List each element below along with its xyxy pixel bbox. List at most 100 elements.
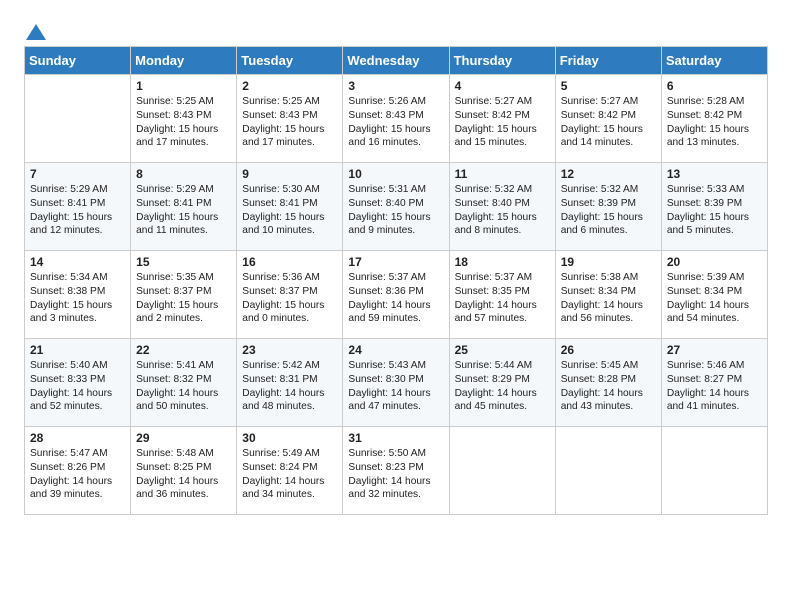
calendar-cell: 14Sunrise: 5:34 AMSunset: 8:38 PMDayligh…	[25, 251, 131, 339]
calendar-cell: 11 Sunrise: 5:32 AMSunset: 8:40 PMDayligh…	[449, 163, 555, 251]
cell-info: Sunrise: 5:32 AMSunset: 8:40 PMDaylight:…	[455, 184, 537, 236]
calendar-cell: 15 Sunrise: 5:35 AMSunset: 8:37 PMDayligh…	[131, 251, 237, 339]
cell-info: Sunrise: 5:42 AMSunset: 8:31 PMDaylight:…	[242, 360, 324, 412]
calendar-cell	[25, 75, 131, 163]
day-number: 25	[455, 343, 550, 357]
day-number: 17	[348, 255, 443, 269]
calendar-cell: 10 Sunrise: 5:31 AMSunset: 8:40 PMDayligh…	[343, 163, 449, 251]
cell-info: Sunrise: 5:32 AMSunset: 8:39 PMDaylight:…	[561, 184, 643, 236]
cell-info: Sunrise: 5:25 AMSunset: 8:43 PMDaylight:…	[242, 96, 324, 148]
day-number: 4	[455, 79, 550, 93]
calendar-cell: 8 Sunrise: 5:29 AMSunset: 8:41 PMDaylight…	[131, 163, 237, 251]
cell-info: Sunrise: 5:30 AMSunset: 8:41 PMDaylight:…	[242, 184, 324, 236]
calendar-cell: 9 Sunrise: 5:30 AMSunset: 8:41 PMDaylight…	[237, 163, 343, 251]
calendar-week-row: 21 Sunrise: 5:40 AMSunset: 8:33 PMDayligh…	[25, 339, 768, 427]
cell-info: Sunrise: 5:37 AMSunset: 8:36 PMDaylight:…	[348, 272, 430, 324]
cell-info: Sunrise: 5:35 AMSunset: 8:37 PMDaylight:…	[136, 272, 218, 324]
calendar-cell: 17 Sunrise: 5:37 AMSunset: 8:36 PMDayligh…	[343, 251, 449, 339]
day-number: 13	[667, 167, 762, 181]
logo	[24, 20, 46, 38]
day-number: 6	[667, 79, 762, 93]
weekday-header: Tuesday	[237, 47, 343, 75]
logo-icon	[26, 24, 46, 40]
cell-info: Sunrise: 5:44 AMSunset: 8:29 PMDaylight:…	[455, 360, 537, 412]
calendar-cell: 6 Sunrise: 5:28 AMSunset: 8:42 PMDaylight…	[661, 75, 767, 163]
calendar-cell: 2 Sunrise: 5:25 AMSunset: 8:43 PMDaylight…	[237, 75, 343, 163]
cell-info: Sunrise: 5:45 AMSunset: 8:28 PMDaylight:…	[561, 360, 643, 412]
calendar-cell: 21 Sunrise: 5:40 AMSunset: 8:33 PMDayligh…	[25, 339, 131, 427]
cell-info: Sunrise: 5:26 AMSunset: 8:43 PMDaylight:…	[348, 96, 430, 148]
cell-info: Sunrise: 5:27 AMSunset: 8:42 PMDaylight:…	[455, 96, 537, 148]
calendar-cell: 4 Sunrise: 5:27 AMSunset: 8:42 PMDaylight…	[449, 75, 555, 163]
calendar-cell: 28 Sunrise: 5:47 AMSunset: 8:26 PMDayligh…	[25, 427, 131, 515]
day-number: 9	[242, 167, 337, 181]
day-number: 7	[30, 167, 125, 181]
calendar-week-row: 14Sunrise: 5:34 AMSunset: 8:38 PMDayligh…	[25, 251, 768, 339]
day-number: 26	[561, 343, 656, 357]
weekday-header: Wednesday	[343, 47, 449, 75]
weekday-header: Saturday	[661, 47, 767, 75]
calendar-cell: 30Sunrise: 5:49 AMSunset: 8:24 PMDayligh…	[237, 427, 343, 515]
weekday-header: Sunday	[25, 47, 131, 75]
calendar-cell: 29Sunrise: 5:48 AMSunset: 8:25 PMDayligh…	[131, 427, 237, 515]
day-number: 2	[242, 79, 337, 93]
calendar-cell: 16 Sunrise: 5:36 AMSunset: 8:37 PMDayligh…	[237, 251, 343, 339]
calendar-week-row: 28 Sunrise: 5:47 AMSunset: 8:26 PMDayligh…	[25, 427, 768, 515]
calendar-cell: 18Sunrise: 5:37 AMSunset: 8:35 PMDayligh…	[449, 251, 555, 339]
calendar-week-row: 1 Sunrise: 5:25 AMSunset: 8:43 PMDaylight…	[25, 75, 768, 163]
cell-info: Sunrise: 5:46 AMSunset: 8:27 PMDaylight:…	[667, 360, 749, 412]
weekday-header-row: SundayMondayTuesdayWednesdayThursdayFrid…	[25, 47, 768, 75]
cell-info: Sunrise: 5:47 AMSunset: 8:26 PMDaylight:…	[30, 448, 112, 500]
day-number: 29	[136, 431, 231, 445]
calendar-cell: 31Sunrise: 5:50 AMSunset: 8:23 PMDayligh…	[343, 427, 449, 515]
weekday-header: Thursday	[449, 47, 555, 75]
day-number: 1	[136, 79, 231, 93]
day-number: 5	[561, 79, 656, 93]
cell-info: Sunrise: 5:31 AMSunset: 8:40 PMDaylight:…	[348, 184, 430, 236]
weekday-header: Monday	[131, 47, 237, 75]
cell-info: Sunrise: 5:50 AMSunset: 8:23 PMDaylight:…	[348, 448, 430, 500]
cell-info: Sunrise: 5:29 AMSunset: 8:41 PMDaylight:…	[30, 184, 112, 236]
cell-info: Sunrise: 5:40 AMSunset: 8:33 PMDaylight:…	[30, 360, 112, 412]
cell-info: Sunrise: 5:39 AMSunset: 8:34 PMDaylight:…	[667, 272, 749, 324]
calendar-cell: 1Sunrise: 5:25 AMSunset: 8:43 PMDaylight…	[131, 75, 237, 163]
cell-info: Sunrise: 5:38 AMSunset: 8:34 PMDaylight:…	[561, 272, 643, 324]
day-number: 11	[455, 167, 550, 181]
calendar-cell: 7 Sunrise: 5:29 AMSunset: 8:41 PMDaylight…	[25, 163, 131, 251]
calendar-cell	[661, 427, 767, 515]
calendar-cell: 13Sunrise: 5:33 AMSunset: 8:39 PMDayligh…	[661, 163, 767, 251]
day-number: 24	[348, 343, 443, 357]
calendar-week-row: 7 Sunrise: 5:29 AMSunset: 8:41 PMDaylight…	[25, 163, 768, 251]
calendar-cell: 3 Sunrise: 5:26 AMSunset: 8:43 PMDaylight…	[343, 75, 449, 163]
cell-info: Sunrise: 5:28 AMSunset: 8:42 PMDaylight:…	[667, 96, 749, 148]
calendar-cell: 23 Sunrise: 5:42 AMSunset: 8:31 PMDayligh…	[237, 339, 343, 427]
calendar-cell: 12Sunrise: 5:32 AMSunset: 8:39 PMDayligh…	[555, 163, 661, 251]
page-header	[24, 20, 768, 38]
cell-info: Sunrise: 5:36 AMSunset: 8:37 PMDaylight:…	[242, 272, 324, 324]
day-number: 8	[136, 167, 231, 181]
day-number: 28	[30, 431, 125, 445]
day-number: 19	[561, 255, 656, 269]
day-number: 15	[136, 255, 231, 269]
cell-info: Sunrise: 5:29 AMSunset: 8:41 PMDaylight:…	[136, 184, 218, 236]
calendar-cell: 19 Sunrise: 5:38 AMSunset: 8:34 PMDayligh…	[555, 251, 661, 339]
day-number: 16	[242, 255, 337, 269]
calendar-cell: 27 Sunrise: 5:46 AMSunset: 8:27 PMDayligh…	[661, 339, 767, 427]
calendar-cell: 5 Sunrise: 5:27 AMSunset: 8:42 PMDaylight…	[555, 75, 661, 163]
day-number: 27	[667, 343, 762, 357]
day-number: 30	[242, 431, 337, 445]
day-number: 14	[30, 255, 125, 269]
day-number: 21	[30, 343, 125, 357]
cell-info: Sunrise: 5:41 AMSunset: 8:32 PMDaylight:…	[136, 360, 218, 412]
calendar-cell: 20 Sunrise: 5:39 AMSunset: 8:34 PMDayligh…	[661, 251, 767, 339]
day-number: 23	[242, 343, 337, 357]
day-number: 10	[348, 167, 443, 181]
calendar-table: SundayMondayTuesdayWednesdayThursdayFrid…	[24, 46, 768, 515]
calendar-cell: 24Sunrise: 5:43 AMSunset: 8:30 PMDayligh…	[343, 339, 449, 427]
calendar-cell	[555, 427, 661, 515]
day-number: 20	[667, 255, 762, 269]
weekday-header: Friday	[555, 47, 661, 75]
day-number: 3	[348, 79, 443, 93]
calendar-cell	[449, 427, 555, 515]
cell-info: Sunrise: 5:27 AMSunset: 8:42 PMDaylight:…	[561, 96, 643, 148]
